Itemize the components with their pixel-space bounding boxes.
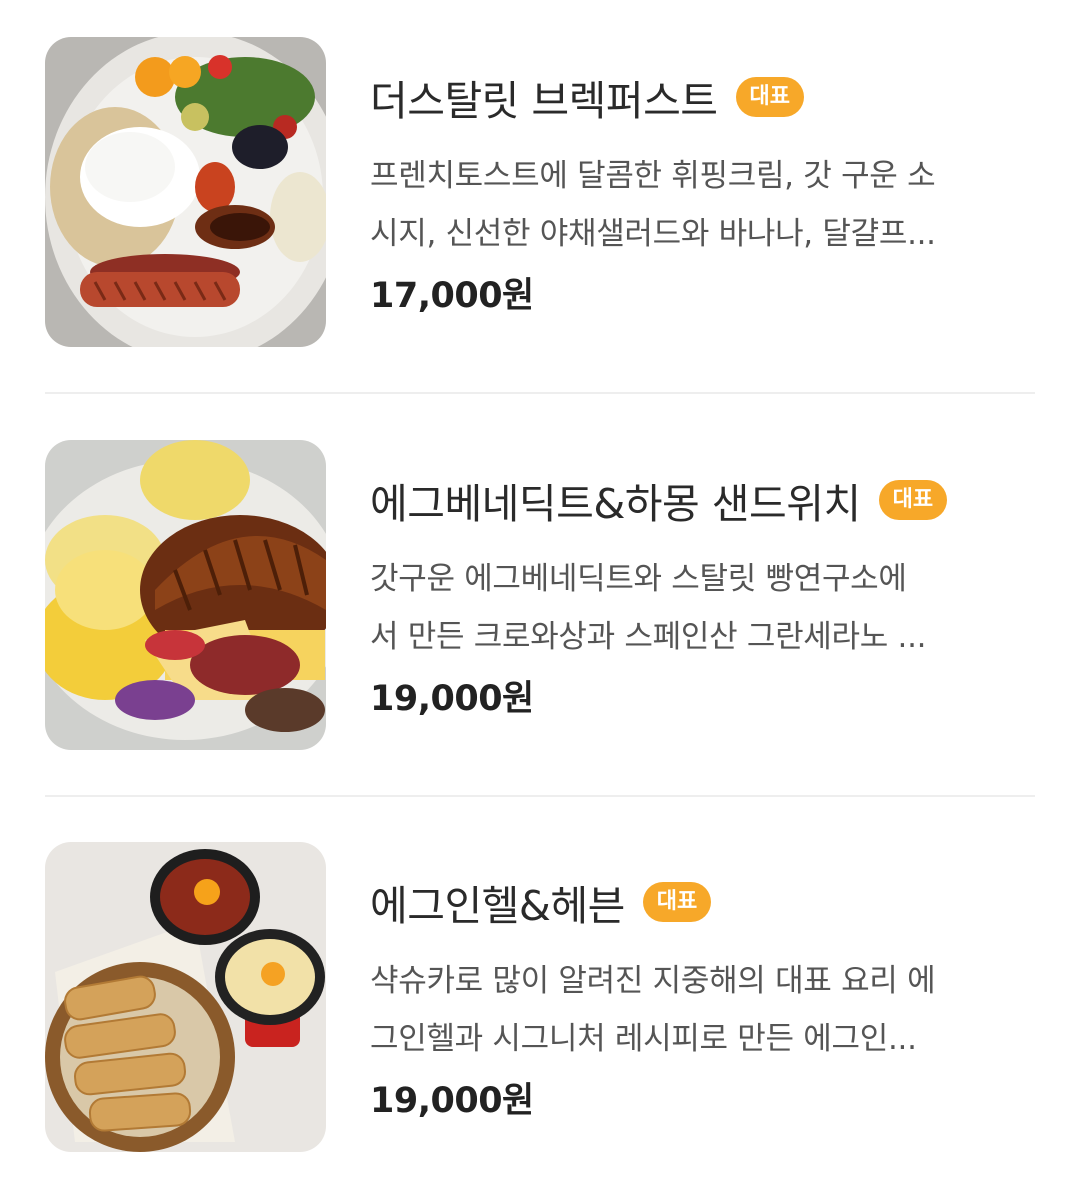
menu-item-egg-in-hell[interactable]: 에그인헬&헤븐 대표 샥슈카로 많이 알려진 지중해의 대표 요리 에 그인헬과… [0, 842, 1080, 1152]
description-line-2: 시지, 신선한 야채샐러드와 바나나, 달걀프... [370, 216, 936, 252]
menu-item-description: 갓구운 에그베네딕트와 스탈릿 빵연구소에 서 만든 크로와상과 스페인산 그란… [370, 550, 1035, 666]
menu-item-photo[interactable] [45, 440, 326, 750]
title-row: 에그인헬&헤븐 대표 [370, 872, 712, 932]
menu-item-breakfast[interactable]: 더스탈릿 브렉퍼스트 대표 프렌치토스트에 달콤한 휘핑크림, 갓 구운 소 시… [0, 37, 1080, 347]
menu-item-price: 17,000원 [370, 276, 534, 316]
menu-item-price: 19,000원 [370, 679, 534, 719]
menu-item-title: 더스탈릿 브렉퍼스트 [370, 77, 718, 125]
title-row: 에그베네딕트&하몽 샌드위치 대표 [370, 470, 948, 530]
signature-badge: 대표 [642, 882, 712, 922]
description-line-2: 서 만든 크로와상과 스페인산 그란세라노 ... [370, 619, 927, 655]
description-line-1: 갓구운 에그베네딕트와 스탈릿 빵연구소에 [370, 561, 907, 597]
menu-item-benedict[interactable]: 에그베네딕트&하몽 샌드위치 대표 갓구운 에그베네딕트와 스탈릿 빵연구소에 … [0, 440, 1080, 750]
divider [45, 392, 1035, 394]
eggs-benedict-image [45, 440, 326, 750]
signature-badge: 대표 [878, 480, 948, 520]
description-line-1: 샥슈카로 많이 알려진 지중해의 대표 요리 에 [370, 963, 936, 999]
breakfast-plate-image [45, 37, 326, 347]
menu-item-title: 에그베네딕트&하몽 샌드위치 [370, 480, 861, 528]
menu-item-description: 프렌치토스트에 달콤한 휘핑크림, 갓 구운 소 시지, 신선한 야채샐러드와 … [370, 147, 1035, 263]
description-line-1: 프렌치토스트에 달콤한 휘핑크림, 갓 구운 소 [370, 158, 936, 194]
menu-item-photo[interactable] [45, 842, 326, 1152]
egg-in-hell-image [45, 842, 326, 1152]
menu-item-title: 에그인헬&헤븐 [370, 882, 625, 930]
divider [45, 795, 1035, 797]
menu-item-price: 19,000원 [370, 1081, 534, 1121]
title-row: 더스탈릿 브렉퍼스트 대표 [370, 67, 804, 127]
menu-item-description: 샥슈카로 많이 알려진 지중해의 대표 요리 에 그인헬과 시그니처 레시피로 … [370, 952, 1035, 1068]
signature-badge: 대표 [735, 77, 804, 117]
description-line-2: 그인헬과 시그니처 레시피로 만든 에그인... [370, 1021, 917, 1057]
menu-list: 더스탈릿 브렉퍼스트 대표 프렌치토스트에 달콤한 휘핑크림, 갓 구운 소 시… [0, 0, 1080, 1182]
menu-item-photo[interactable] [45, 37, 326, 347]
